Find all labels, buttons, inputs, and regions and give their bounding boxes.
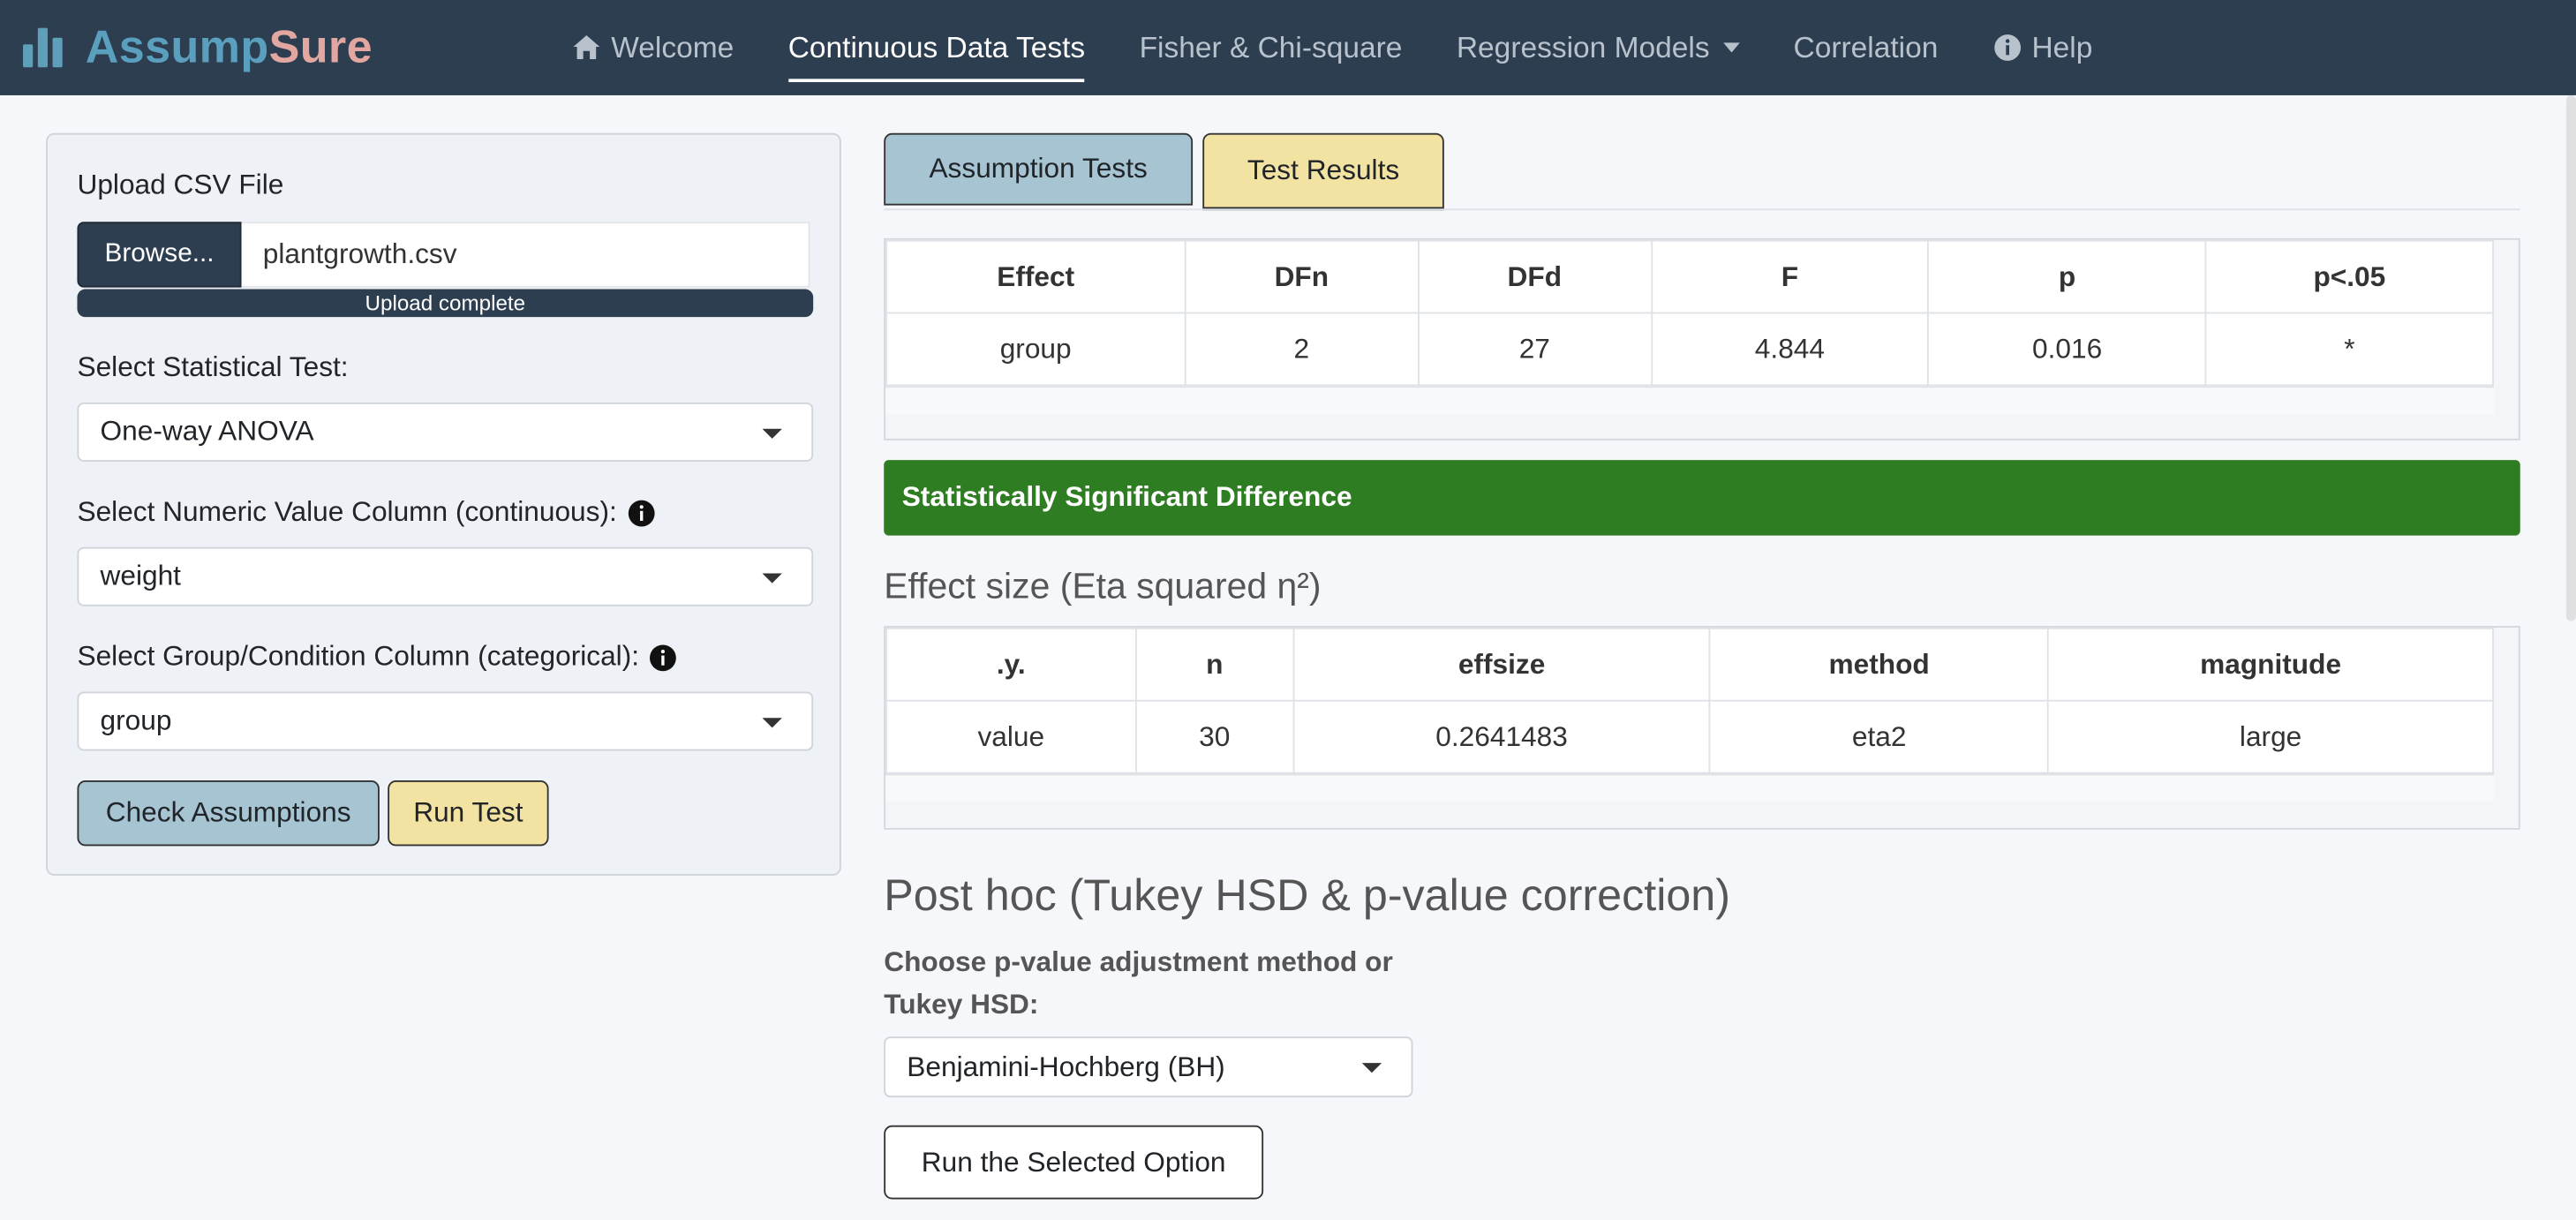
test-select[interactable]: One-way ANOVA	[77, 402, 814, 462]
table-header[interactable]: .y.	[885, 627, 1137, 702]
table-cell: eta2	[1709, 699, 2050, 774]
sidebar-panel: Upload CSV File Browse... plantgrowth.cs…	[46, 132, 841, 876]
table-header[interactable]: magnitude	[2047, 627, 2494, 702]
page-scrollbar[interactable]	[2565, 94, 2576, 621]
chevron-down-icon	[1722, 42, 1740, 53]
table-cell: *	[2204, 312, 2494, 387]
numeric-label-text: Select Numeric Value Column (continuous)…	[77, 496, 617, 528]
upload-progress-bar: Upload complete	[77, 289, 814, 318]
posthoc-method-select[interactable]: Benjamini-Hochberg (BH)	[884, 1036, 1413, 1098]
tab-assumption-tests[interactable]: Assumption Tests	[884, 132, 1194, 206]
table-header[interactable]: F	[1650, 239, 1930, 314]
table-scrollbar[interactable]	[885, 386, 2494, 414]
table-cell: 0.016	[1927, 312, 2207, 387]
app-frame: AssumpSure Welcome Continuous Data Tests…	[0, 0, 2576, 1220]
file-name-field[interactable]: plantgrowth.csv	[241, 222, 810, 288]
home-icon	[573, 35, 600, 59]
nav-item-label: Welcome	[611, 30, 734, 64]
run-test-button[interactable]: Run Test	[388, 779, 549, 847]
effect-size-heading: Effect size (Eta squared η²)	[884, 565, 1322, 606]
tab-divider	[884, 208, 2520, 211]
table-header-row: .y. n effsize method magnitude	[885, 627, 2494, 702]
group-column-select[interactable]: group	[77, 691, 814, 751]
table-header[interactable]: effsize	[1292, 627, 1712, 702]
nav-item-label: Correlation	[1793, 30, 1939, 64]
table-header[interactable]: p<.05	[2204, 239, 2494, 314]
table-scrollbar[interactable]	[885, 773, 2494, 802]
table-header[interactable]: DFd	[1417, 239, 1653, 314]
table-header[interactable]: p	[1927, 239, 2207, 314]
table-cell: large	[2047, 699, 2494, 774]
check-assumptions-button[interactable]: Check Assumptions	[77, 779, 380, 847]
select-value: group	[100, 704, 172, 736]
table-header[interactable]: n	[1134, 627, 1294, 702]
info-circle-icon	[1993, 34, 2021, 61]
anova-table: Effect DFn DFd F p p<.05 group 2 27 4.84…	[885, 239, 2494, 387]
table-cell: group	[885, 312, 1186, 387]
upload-label: Upload CSV File	[77, 169, 284, 201]
numeric-label: Select Numeric Value Column (continuous)…	[77, 496, 654, 529]
brand-name: AssumpSure	[86, 21, 373, 74]
run-selected-option-button[interactable]: Run the Selected Option	[884, 1125, 1264, 1200]
table-cell: 0.2641483	[1292, 699, 1712, 774]
file-upload: Browse... plantgrowth.csv	[77, 222, 810, 288]
nav-item-label: Continuous Data Tests	[787, 30, 1086, 64]
bar-chart-icon	[23, 25, 69, 71]
nav-item-regression-models[interactable]: Regression Models	[1456, 0, 1740, 95]
info-circle-icon[interactable]	[627, 499, 655, 527]
select-value: One-way ANOVA	[100, 415, 314, 448]
brand[interactable]: AssumpSure	[23, 17, 373, 79]
info-circle-icon[interactable]	[649, 644, 677, 672]
select-value: weight	[100, 560, 181, 591]
table-cell: 27	[1417, 312, 1653, 387]
main-nav: Welcome Continuous Data Tests Fisher & C…	[572, 0, 2147, 95]
posthoc-label: Choose p-value adjustment method or Tuke…	[884, 945, 1393, 1020]
effect-size-table-panel: .y. n effsize method magnitude value 30 …	[884, 626, 2520, 830]
chevron-down-icon	[762, 428, 782, 439]
select-value: Benjamini-Hochberg (BH)	[907, 1051, 1225, 1082]
group-label: Select Group/Condition Column (categoric…	[77, 641, 676, 674]
nav-item-correlation[interactable]: Correlation	[1794, 0, 1939, 95]
navbar: AssumpSure Welcome Continuous Data Tests…	[0, 0, 2576, 95]
nav-item-label: Regression Models	[1456, 30, 1710, 64]
table-cell: 2	[1184, 312, 1420, 387]
nav-item-label: Fisher & Chi-square	[1139, 30, 1403, 64]
table-header[interactable]: DFn	[1184, 239, 1420, 314]
table-header-row: Effect DFn DFd F p p<.05	[885, 239, 2494, 314]
nav-item-continuous-data-tests[interactable]: Continuous Data Tests	[787, 0, 1086, 95]
nav-item-help[interactable]: Help	[1992, 0, 2093, 95]
effect-size-table: .y. n effsize method magnitude value 30 …	[885, 627, 2494, 774]
table-cell: 30	[1134, 699, 1294, 774]
table-header[interactable]: method	[1709, 627, 2050, 702]
table-header[interactable]: Effect	[885, 239, 1186, 314]
group-label-text: Select Group/Condition Column (categoric…	[77, 640, 640, 673]
chevron-down-icon	[762, 573, 782, 584]
chevron-down-icon	[1361, 1063, 1382, 1073]
table-row: group 2 27 4.844 0.016 *	[885, 312, 2494, 387]
chevron-down-icon	[762, 718, 782, 728]
numeric-column-select[interactable]: weight	[77, 546, 814, 606]
nav-item-label: Help	[2031, 30, 2093, 64]
nav-item-welcome[interactable]: Welcome	[572, 0, 734, 95]
tab-test-results[interactable]: Test Results	[1202, 132, 1444, 211]
table-cell: 4.844	[1650, 312, 1930, 387]
nav-item-fisher-chi-square[interactable]: Fisher & Chi-square	[1140, 0, 1403, 95]
table-cell: value	[885, 699, 1137, 774]
browse-button[interactable]: Browse...	[77, 222, 242, 288]
brand-name-part2: Sure	[268, 21, 373, 72]
significance-alert: Statistically Significant Difference	[884, 460, 2520, 536]
brand-name-part1: Assump	[85, 21, 269, 72]
test-label: Select Statistical Test:	[77, 351, 349, 383]
anova-table-panel: Effect DFn DFd F p p<.05 group 2 27 4.84…	[884, 237, 2520, 441]
posthoc-heading: Post hoc (Tukey HSD & p-value correction…	[884, 870, 1731, 921]
table-row: value 30 0.2641483 eta2 large	[885, 699, 2494, 774]
